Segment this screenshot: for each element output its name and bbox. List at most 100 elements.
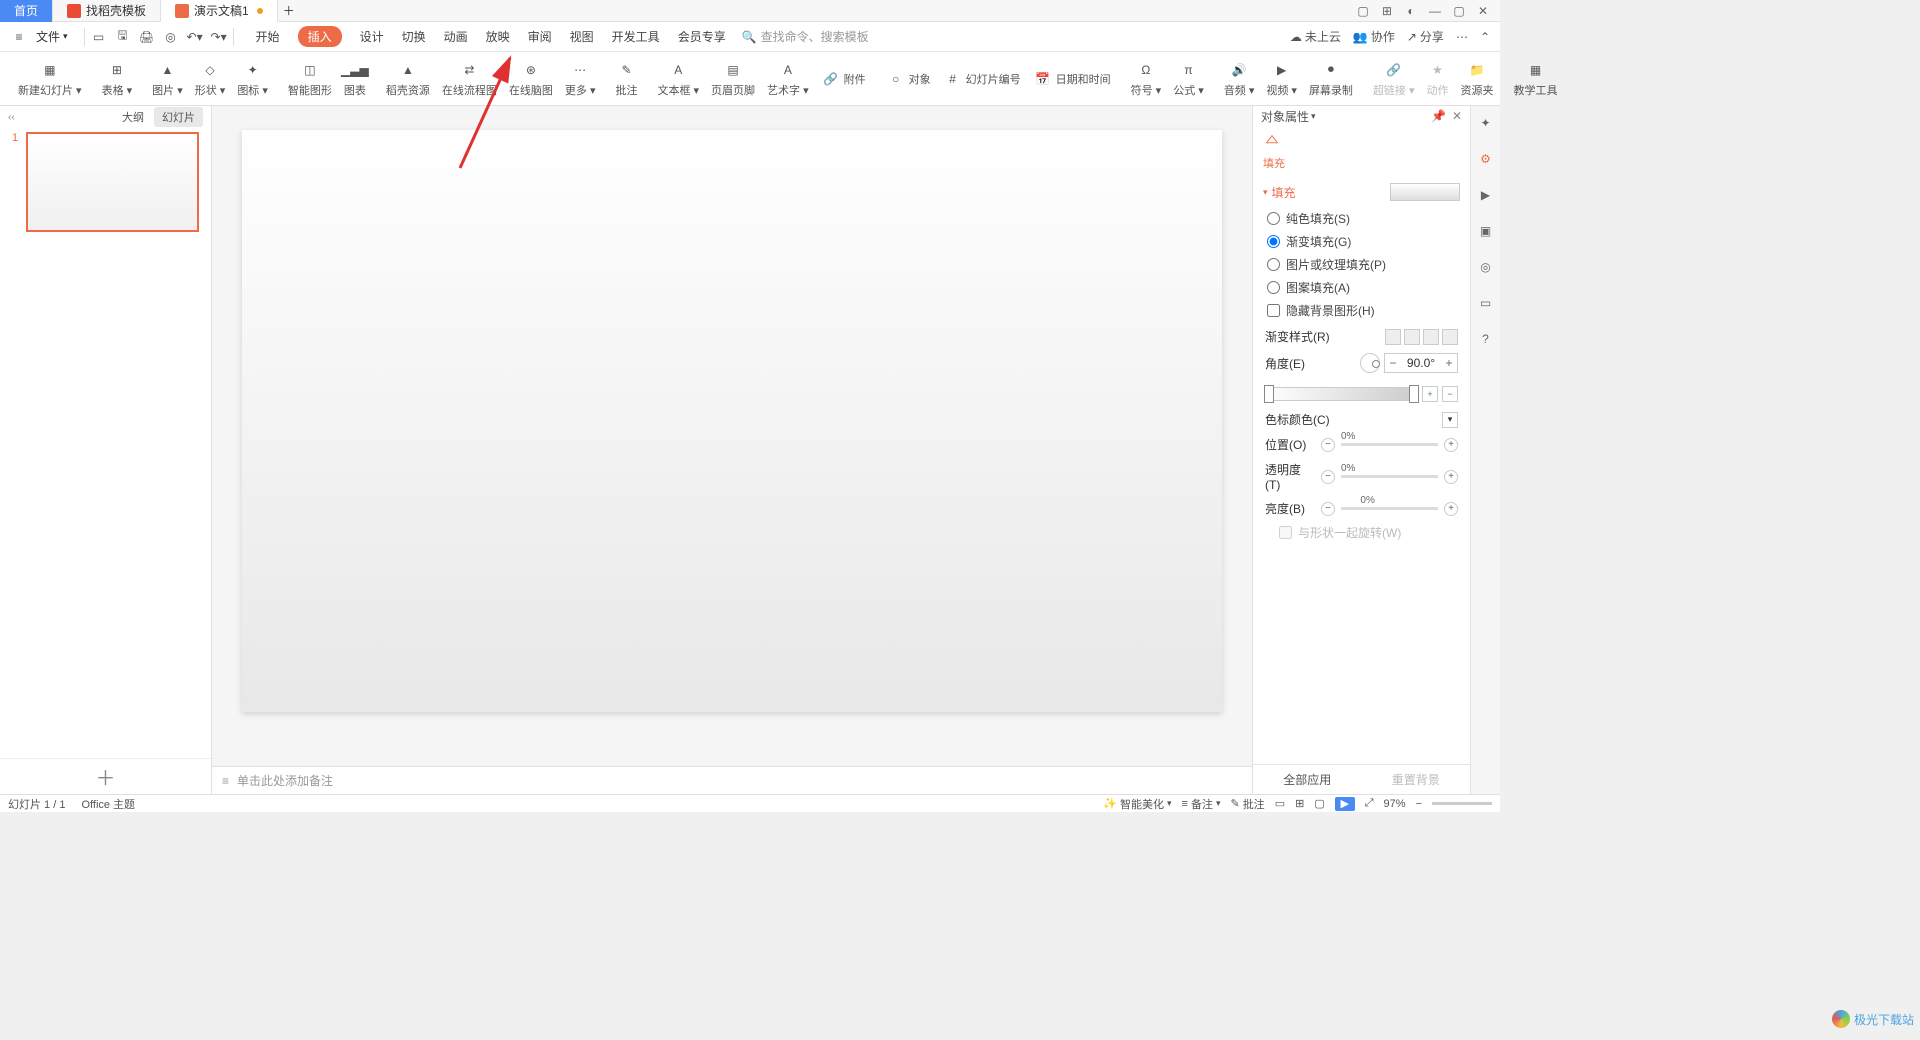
- fill-gradient-radio[interactable]: 渐变填充(G): [1253, 230, 1470, 253]
- ribbon-形状[interactable]: ◇形状 ▾: [189, 55, 232, 103]
- rail-location-icon[interactable]: ◎: [1477, 258, 1495, 276]
- view-reading-icon[interactable]: ▢: [1314, 797, 1324, 810]
- hamburger-icon[interactable]: ≡: [10, 28, 28, 46]
- pin-icon[interactable]: 📌: [1431, 109, 1446, 123]
- ribbon-图片[interactable]: ▲图片 ▾: [146, 55, 189, 103]
- tab-review[interactable]: 审阅: [528, 28, 552, 45]
- position-slider[interactable]: 位置(O) − 0% +: [1265, 432, 1458, 457]
- grad-style-4[interactable]: [1442, 329, 1458, 345]
- ribbon-图标[interactable]: ✦图标 ▾: [231, 55, 274, 103]
- slide-thumbnail-1[interactable]: 1: [12, 132, 199, 232]
- ribbon-图表[interactable]: ▁▃▅图表: [338, 55, 372, 103]
- ribbon-幻灯片编号[interactable]: #幻灯片编号: [937, 55, 1027, 103]
- brightness-slider[interactable]: 亮度(B) − 0% +: [1265, 496, 1458, 521]
- open-icon[interactable]: ▭: [91, 29, 107, 45]
- slide-canvas[interactable]: [242, 130, 1222, 712]
- gradient-bar[interactable]: [1265, 387, 1418, 401]
- fill-solid-radio[interactable]: 纯色填充(S): [1253, 207, 1470, 230]
- tab-view[interactable]: 视图: [570, 28, 594, 45]
- fill-pattern-radio[interactable]: 图案填充(A): [1253, 276, 1470, 299]
- view-normal-icon[interactable]: ▭: [1275, 797, 1285, 810]
- tab-start[interactable]: 开始: [256, 28, 280, 45]
- grad-style-2[interactable]: [1404, 329, 1420, 345]
- comments-toggle[interactable]: ✎批注: [1230, 796, 1264, 812]
- rail-animation-icon[interactable]: ▶: [1477, 186, 1495, 204]
- tab-templates[interactable]: 找稻壳模板: [53, 0, 161, 22]
- notes-bar[interactable]: ≡ 单击此处添加备注: [212, 766, 1252, 794]
- avatar-icon[interactable]: ◐: [1404, 4, 1418, 18]
- rail-properties-icon[interactable]: ⚙: [1477, 150, 1495, 168]
- hide-bg-checkbox[interactable]: 隐藏背景图形(H): [1253, 299, 1470, 322]
- ribbon-对象[interactable]: ○对象: [880, 55, 937, 103]
- view-sorter-icon[interactable]: ⊞: [1295, 797, 1304, 810]
- gradient-stop-2[interactable]: [1409, 385, 1419, 403]
- save-icon[interactable]: 🖫: [115, 29, 131, 45]
- stopcolor-swatch[interactable]: ▾: [1442, 412, 1458, 428]
- zoom-out-icon[interactable]: −: [1416, 798, 1422, 810]
- ribbon-新建幻灯片[interactable]: ▦新建幻灯片 ▾: [12, 55, 88, 103]
- ribbon-在线脑图[interactable]: ⊛在线脑图: [503, 55, 559, 103]
- zoom-slider[interactable]: [1432, 802, 1492, 805]
- ribbon-视频[interactable]: ▶视频 ▾: [1260, 55, 1303, 103]
- angle-dial[interactable]: [1360, 353, 1380, 373]
- rail-book-icon[interactable]: ▭: [1477, 294, 1495, 312]
- cloud-status[interactable]: ☁未上云: [1290, 28, 1341, 45]
- rail-image-icon[interactable]: ▣: [1477, 222, 1495, 240]
- ribbon-文本框[interactable]: A文本框 ▾: [651, 55, 705, 103]
- play-button[interactable]: ▶: [1335, 797, 1355, 811]
- tab-document[interactable]: 演示文稿1: [161, 0, 278, 22]
- grad-style-3[interactable]: [1423, 329, 1439, 345]
- outline-tab[interactable]: 大纲: [114, 107, 152, 127]
- fill-section-header[interactable]: ▾填充: [1253, 177, 1470, 207]
- add-slide-button[interactable]: ＋: [0, 758, 211, 794]
- collab-button[interactable]: 👥协作: [1353, 28, 1395, 45]
- print-icon[interactable]: 🖨: [139, 29, 155, 45]
- zoom-value[interactable]: 97%: [1384, 798, 1406, 810]
- preview-icon[interactable]: ◎: [163, 29, 179, 45]
- ribbon-资源夹[interactable]: 📁资源夹: [1455, 55, 1500, 103]
- ribbon-页眉页脚[interactable]: ▤页眉页脚: [705, 55, 761, 103]
- file-menu[interactable]: 文件▾: [36, 28, 68, 45]
- tab-devtools[interactable]: 开发工具: [612, 28, 660, 45]
- tab-animation[interactable]: 动画: [444, 28, 468, 45]
- tab-insert[interactable]: 插入: [298, 26, 342, 47]
- fill-picture-radio[interactable]: 图片或纹理填充(P): [1253, 253, 1470, 276]
- close-icon[interactable]: ✕: [1476, 4, 1490, 18]
- ribbon-批注[interactable]: ✎批注: [609, 55, 643, 103]
- slides-tab[interactable]: 幻灯片: [154, 107, 203, 127]
- remove-stop-icon[interactable]: −: [1442, 386, 1458, 402]
- gradient-stop-1[interactable]: [1264, 385, 1274, 403]
- ribbon-教学工具[interactable]: ▦教学工具: [1508, 55, 1564, 103]
- fit-icon[interactable]: ⤢: [1365, 797, 1374, 810]
- apply-all-button[interactable]: 全部应用: [1253, 765, 1362, 794]
- ribbon-稻壳资源[interactable]: ▲稻壳资源: [380, 55, 436, 103]
- transparency-slider[interactable]: 透明度(T) − 0% +: [1265, 457, 1458, 496]
- undo-icon[interactable]: ↶▾: [187, 29, 203, 45]
- angle-spinner[interactable]: −90.0°+: [1384, 353, 1458, 373]
- collapse-icon[interactable]: ‹‹: [8, 112, 15, 123]
- ribbon-表格[interactable]: ⊞表格 ▾: [96, 55, 139, 103]
- rail-sparkle-icon[interactable]: ✦: [1477, 114, 1495, 132]
- maximize-icon[interactable]: ▢: [1452, 4, 1466, 18]
- ribbon-屏幕录制[interactable]: ⏺屏幕录制: [1303, 55, 1359, 103]
- add-stop-icon[interactable]: +: [1422, 386, 1438, 402]
- ribbon-艺术字[interactable]: A艺术字 ▾: [761, 55, 815, 103]
- ribbon-日期和时间[interactable]: 📅日期和时间: [1027, 55, 1117, 103]
- ribbon-音频[interactable]: 🔊音频 ▾: [1218, 55, 1261, 103]
- rail-help-icon[interactable]: ?: [1477, 330, 1495, 348]
- ribbon-在线流程图[interactable]: ⇄在线流程图: [436, 55, 503, 103]
- layout1-icon[interactable]: ▢: [1356, 4, 1370, 18]
- ribbon-公式[interactable]: π公式 ▾: [1167, 55, 1210, 103]
- ribbon-更多[interactable]: ⋯更多 ▾: [559, 55, 602, 103]
- share-button[interactable]: ↗分享: [1407, 28, 1444, 45]
- tab-member[interactable]: 会员专享: [678, 28, 726, 45]
- fill-preview[interactable]: [1390, 183, 1460, 201]
- ribbon-智能图形[interactable]: ◫智能图形: [282, 55, 338, 103]
- close-panel-icon[interactable]: ✕: [1452, 109, 1462, 123]
- tab-transition[interactable]: 切换: [402, 28, 426, 45]
- minimize-icon[interactable]: —: [1428, 4, 1442, 18]
- fill-tab[interactable]: 填充: [1263, 155, 1460, 171]
- grad-style-1[interactable]: [1385, 329, 1401, 345]
- tab-add-button[interactable]: ＋: [278, 2, 300, 19]
- layout2-icon[interactable]: ⊞: [1380, 4, 1394, 18]
